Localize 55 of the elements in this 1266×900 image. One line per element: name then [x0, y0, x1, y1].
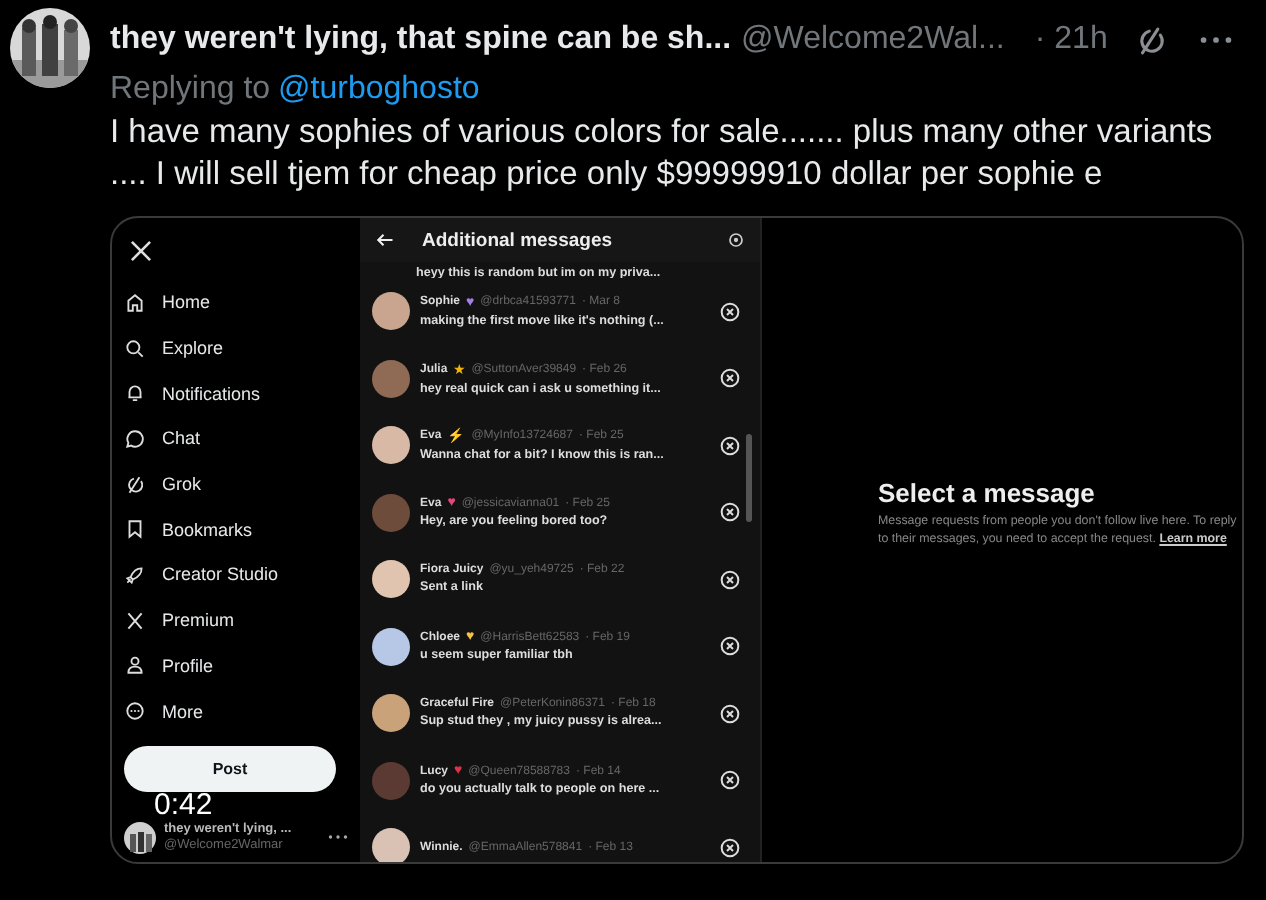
close-icon[interactable] [720, 502, 740, 523]
x-icon [124, 609, 146, 632]
avatar [372, 828, 410, 862]
nav-item[interactable]: Home [124, 280, 348, 326]
nav-item[interactable]: Bookmarks [124, 506, 348, 553]
avatar [372, 761, 410, 800]
nav-item[interactable]: More [124, 688, 348, 734]
close-icon[interactable] [720, 636, 740, 657]
close-icon[interactable] [720, 837, 740, 858]
avatar [372, 359, 410, 398]
mention-link[interactable]: @turboghosto [278, 72, 480, 108]
avatar [372, 426, 410, 465]
scrollbar[interactable] [746, 434, 752, 522]
bubble-icon [124, 427, 146, 450]
nav-item[interactable]: Explore [124, 325, 348, 371]
back-arrow-icon[interactable] [376, 232, 394, 248]
nav-item[interactable]: Premium [124, 597, 348, 643]
close-icon[interactable] [720, 368, 740, 389]
search-icon [124, 337, 146, 360]
close-icon[interactable] [720, 435, 740, 456]
avatar [372, 560, 410, 599]
more-icon[interactable] [328, 834, 348, 841]
more-icon[interactable] [1200, 36, 1232, 44]
author-name[interactable]: they weren't lying, that spine can be sh... [110, 22, 732, 58]
avatar [372, 694, 410, 733]
close-icon[interactable] [720, 703, 740, 724]
nav-item[interactable]: Creator Studio [124, 552, 348, 598]
close-icon[interactable] [720, 301, 740, 322]
x-logo-icon[interactable] [128, 238, 154, 264]
post-text: I have many sophies of various colors for sale....... plus many other variants .... I will sell tjem for cheap price only $99999910 dollar per sophie e [110, 112, 1215, 196]
person-icon [124, 654, 146, 677]
post-button[interactable]: Post [124, 745, 336, 792]
nav-item[interactable]: Profile [124, 643, 348, 689]
avatar [372, 493, 410, 532]
nav-item[interactable]: Notifications [124, 370, 348, 417]
nav-item[interactable]: Grok [124, 461, 348, 507]
bookmark-icon [124, 518, 146, 541]
empty-state-title: Select a message [878, 478, 1097, 508]
panel-title: Additional messages [422, 229, 613, 251]
more-icon [124, 700, 146, 723]
settings-icon[interactable] [728, 232, 744, 248]
post-time[interactable]: · 21h [1034, 22, 1108, 58]
home-icon [124, 291, 146, 314]
nav-item[interactable]: Chat [124, 416, 348, 462]
video-player[interactable] [110, 216, 1244, 864]
author-handle[interactable]: @Welcome2Wal... [741, 22, 1005, 58]
grok-icon [124, 473, 146, 496]
close-icon[interactable] [720, 569, 740, 590]
bell-icon [124, 382, 146, 405]
avatar [372, 627, 410, 666]
replying-label: Replying to [110, 72, 271, 108]
rocket-icon [124, 563, 146, 586]
video-timestamp: 0:42 [154, 788, 213, 822]
close-icon[interactable] [720, 770, 740, 791]
avatar [372, 292, 410, 331]
